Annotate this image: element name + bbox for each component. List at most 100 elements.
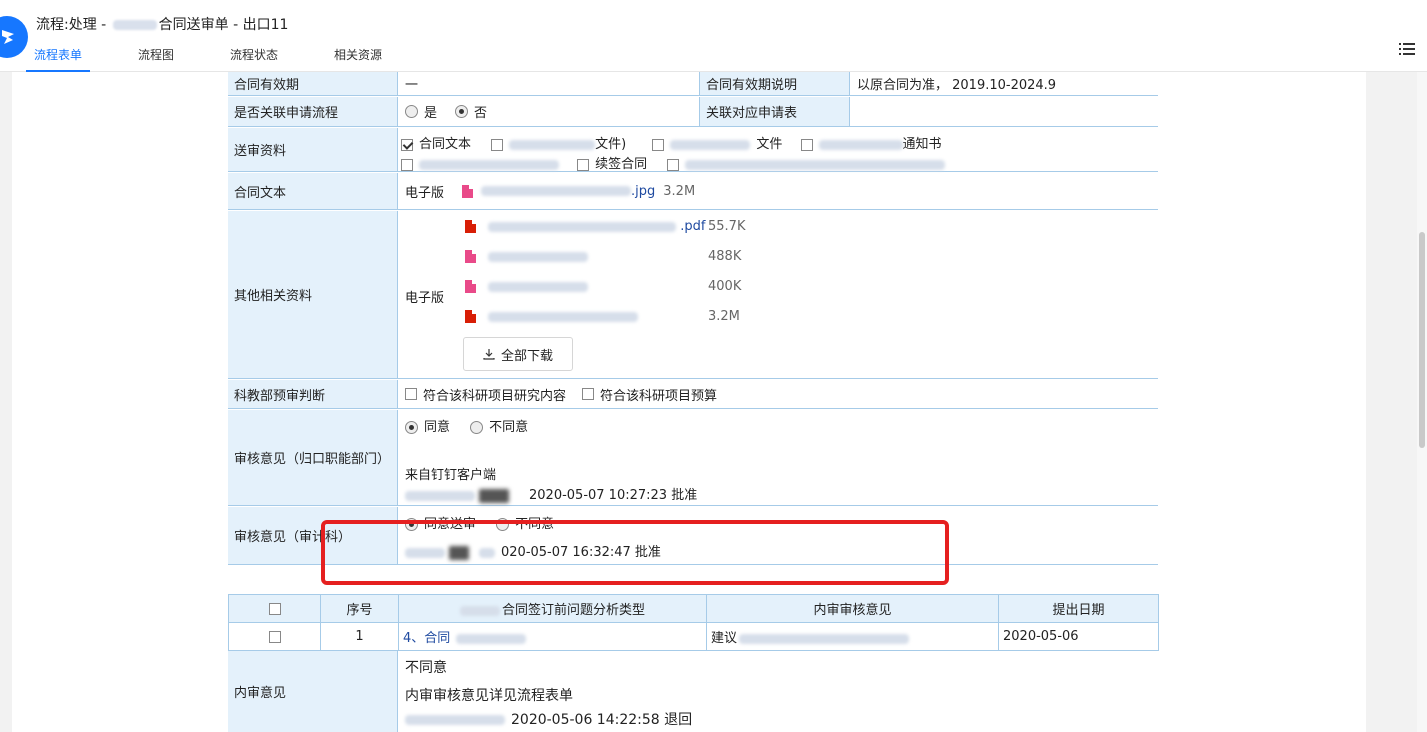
checkbox-research-content-label: 符合该科研项目研究内容: [423, 388, 567, 404]
radio-agree[interactable]: [405, 421, 418, 434]
download-all-label: 全部下载: [500, 348, 553, 364]
col-issue-type: 合同签订前问题分析类型: [398, 594, 707, 623]
checkbox-material-4-label: 通知书: [902, 137, 942, 152]
row-internal-audit: 内审意见 不同意 内审审核意见详见流程表单 2020-05-06 14:22:5…: [228, 651, 1158, 732]
row-select-cell: [228, 622, 321, 651]
top-bar: 流程:处理 - 合同送审单 - 出口11 流程表单 流程图 流程状态 相关资源: [0, 0, 1427, 72]
checkbox-contract-text[interactable]: [401, 138, 413, 151]
audit-opinion-text: 建议: [711, 631, 738, 646]
pdf-file-icon: [465, 220, 476, 233]
label-validity-desc: 合同有效期说明: [700, 72, 850, 95]
contract-file-link[interactable]: .jpg: [631, 184, 655, 199]
pre-review-options: 符合该科研项目研究内容 符合该科研项目预算: [399, 380, 1158, 408]
radio-disagree[interactable]: [470, 421, 484, 434]
tab-process-form[interactable]: 流程表单: [26, 44, 91, 72]
checkbox-research-budget-label: 符合该科研项目预算: [600, 388, 718, 404]
review-department-value: 同意 不同意 来自钉钉客户端 2020-05-07 10:27:23 批准: [399, 410, 1158, 505]
radio-agree-label: 同意: [424, 420, 451, 435]
checkbox-material-2-label: 文件): [595, 137, 627, 152]
radio-no-label: 否: [474, 106, 488, 121]
review-signature: 2020-05-07 10:27:23 批准: [405, 484, 697, 503]
row-validity: 合同有效期 一 合同有效期说明 以原合同为准， 2019.10-2024.9: [228, 72, 1158, 96]
checkbox-renewal[interactable]: [577, 158, 590, 171]
file-size: 55.7K: [708, 219, 746, 234]
file-item[interactable]: [465, 309, 639, 324]
label-pre-review: 科教部预审判断: [228, 380, 398, 408]
col-issue-type-label: 合同签订前问题分析类型: [501, 603, 645, 618]
redacted-text: [670, 139, 751, 150]
internal-audit-sign-text: 2020-05-06 14:22:58 退回: [511, 712, 693, 728]
col-no: 序号: [320, 594, 399, 623]
redacted-text: [419, 159, 559, 170]
row-linked: 是否关联申请流程 是 否 关联对应申请表: [228, 97, 1158, 127]
highlight-box: [321, 520, 949, 585]
list-menu-icon[interactable]: [1399, 42, 1415, 60]
issue-type-link[interactable]: 4、合同: [403, 631, 450, 646]
radio-yes[interactable]: [405, 105, 418, 118]
checkbox-research-content[interactable]: [405, 388, 417, 400]
internal-audit-result: 不同意: [405, 660, 447, 676]
label-contract-text: 合同文本: [228, 173, 398, 209]
value-validity: 一: [399, 72, 700, 95]
pdf-file-icon: [465, 310, 476, 323]
electronic-version-label: 电子版: [405, 185, 445, 201]
redacted-text: [818, 139, 903, 150]
redacted-text: [488, 221, 677, 232]
contract-file-size: 3.2M: [663, 183, 696, 199]
col-date: 提出日期: [998, 594, 1159, 623]
file-link[interactable]: .pdf: [680, 219, 705, 234]
tab-flow-chart[interactable]: 流程图: [130, 44, 182, 72]
checkbox-contract-text-label: 合同文本: [419, 137, 472, 152]
label-other-materials: 其他相关资料: [228, 211, 398, 378]
tab-flow-status[interactable]: 流程状态: [222, 44, 286, 72]
redacted-text: [685, 159, 946, 170]
file-size: 3.2M: [708, 309, 740, 324]
review-sign-text: 2020-05-07 10:27:23 批准: [529, 488, 698, 503]
row-contract-text: 合同文本 电子版 .jpg 3.2M: [228, 173, 1158, 210]
content-area: 合同有效期 一 合同有效期说明 以原合同为准， 2019.10-2024.9 是…: [0, 72, 1427, 732]
file-size: 488K: [708, 249, 742, 264]
redacted-text: [509, 139, 596, 150]
row-checkbox[interactable]: [268, 630, 281, 643]
radio-disagree-label: 不同意: [489, 420, 529, 435]
review-source: 来自钉钉客户端: [405, 468, 497, 483]
checkbox-material-5[interactable]: [401, 158, 413, 171]
table-row[interactable]: 1 4、合同 建议 2020-05-06: [228, 622, 1159, 651]
file-item[interactable]: [465, 279, 589, 294]
file-item[interactable]: [465, 249, 589, 264]
redacted-text: [456, 633, 527, 644]
materials-options: 合同文本 文件) 文件 通知书 续签合同: [399, 128, 1158, 172]
label-materials: 送审资料: [228, 128, 398, 171]
image-file-icon: [465, 250, 476, 263]
col-audit-opinion: 内审审核意见: [706, 594, 999, 623]
row-pre-review: 科教部预审判断 符合该科研项目研究内容 符合该科研项目预算: [228, 380, 1158, 409]
select-all-checkbox[interactable]: [268, 602, 281, 615]
checkbox-research-budget[interactable]: [582, 388, 595, 400]
label-review-department: 审核意见（归口职能部门）: [228, 410, 398, 505]
image-file-icon: [465, 280, 476, 293]
cell-audit-opinion: 建议: [706, 622, 999, 651]
internal-audit-value: 不同意 内审审核意见详见流程表单 2020-05-06 14:22:58 退回: [399, 651, 1158, 732]
checkbox-material-2[interactable]: [491, 138, 504, 151]
file-item[interactable]: .pdf: [465, 219, 706, 234]
redacted-text: [112, 20, 157, 30]
internal-audit-signature: 2020-05-06 14:22:58 退回: [405, 709, 692, 729]
row-materials: 送审资料 合同文本 文件) 文件 通知书 续签合同: [228, 128, 1158, 172]
file-size: 400K: [708, 279, 742, 294]
scrollbar-thumb[interactable]: [1419, 232, 1425, 448]
tab-related-resources[interactable]: 相关资源: [326, 44, 390, 72]
form-page: 合同有效期 一 合同有效期说明 以原合同为准， 2019.10-2024.9 是…: [12, 72, 1366, 732]
download-all-button[interactable]: 全部下载: [463, 337, 573, 371]
radio-no[interactable]: [455, 105, 469, 118]
checkbox-material-4[interactable]: [800, 138, 813, 151]
download-icon: [483, 349, 495, 360]
redacted-text: [488, 281, 589, 292]
radio-yes-label: 是: [424, 106, 438, 121]
checkbox-material-7[interactable]: [667, 158, 680, 171]
vertical-scrollbar[interactable]: [1417, 72, 1427, 732]
other-materials-files: 电子版 .pdf 55.7K 488K 400K 3.2M 全部下载: [399, 211, 1158, 378]
row-review-department: 审核意见（归口职能部门） 同意 不同意 来自钉钉客户端 2020-05-07 1…: [228, 410, 1158, 506]
row-other-materials: 其他相关资料 电子版 .pdf 55.7K 488K 400K 3.2M 全部下…: [228, 211, 1158, 379]
cell-issue-type: 4、合同: [398, 622, 707, 651]
checkbox-material-3[interactable]: [652, 138, 665, 151]
